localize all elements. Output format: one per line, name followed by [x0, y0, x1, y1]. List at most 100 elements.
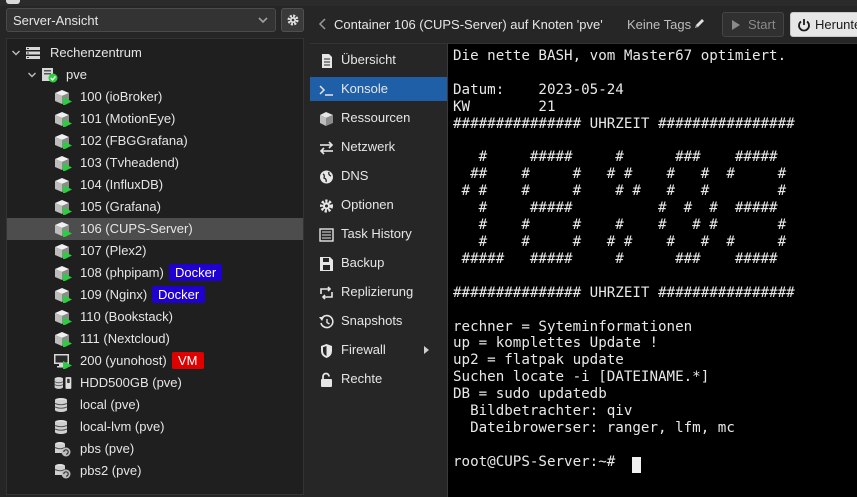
tree-item-label: 107 (Plex2)	[80, 243, 147, 258]
list-icon	[319, 228, 334, 242]
storage-icon	[54, 420, 68, 434]
nav-item-label: Task History	[341, 226, 412, 241]
tree-item[interactable]: 111 (Nextcloud)	[7, 328, 303, 350]
nav-item-dns[interactable]: DNS	[310, 164, 447, 188]
tree-item[interactable]: 103 (Tvheadend)	[7, 152, 303, 174]
terminal-cursor	[632, 457, 641, 473]
nav-item-task-history[interactable]: Task History	[310, 222, 447, 246]
nav-item-ressourcen[interactable]: Ressourcen	[310, 106, 447, 130]
tree-item[interactable]: 109 (Nginx) Docker	[7, 284, 303, 306]
network-icon	[319, 141, 334, 155]
shutdown-button[interactable]: Herunte	[790, 12, 857, 37]
nav-item-netzwerk[interactable]: Netzwerk	[310, 135, 447, 159]
tree-item[interactable]: 108 (phpipam) Docker	[7, 262, 303, 284]
tree-item-label: local-lvm (pve)	[80, 419, 165, 434]
play-icon	[732, 20, 740, 30]
container-running-icon	[55, 112, 72, 127]
tree-item[interactable]: local (pve)	[7, 394, 303, 416]
start-button-label: Start	[748, 17, 776, 32]
nav-item-label: Backup	[341, 255, 385, 270]
tree-item-label: HDD500GB (pve)	[80, 375, 182, 390]
chevron-left-icon[interactable]	[318, 17, 328, 31]
nav-item-label: Snapshots	[341, 313, 403, 328]
nav-item-label: Übersicht	[341, 52, 396, 67]
tree-item[interactable]: 110 (Bookstack)	[7, 306, 303, 328]
tree-item-label: local (pve)	[80, 397, 140, 412]
nav-item-backup[interactable]: Backup	[310, 251, 447, 275]
nav-item-label: DNS	[341, 168, 369, 183]
tree-item[interactable]: 101 (MotionEye)	[7, 108, 303, 130]
container-running-icon	[55, 222, 72, 237]
chevron-down-icon	[258, 17, 268, 24]
nav-item-konsole[interactable]: Konsole	[310, 77, 447, 101]
tree-item[interactable]: pbs2 (pve)	[7, 460, 303, 482]
container-running-icon	[55, 332, 72, 347]
pbs-storage-icon	[54, 464, 71, 479]
tree-item-label: 110 (Bookstack)	[80, 309, 173, 324]
nav-item-rechte[interactable]: Rechte	[310, 367, 447, 391]
container-running-icon	[55, 178, 72, 193]
storage-usb-icon	[54, 377, 72, 389]
tree-item[interactable]: 104 (InfluxDB)	[7, 174, 303, 196]
tree-item-label: 102 (FBGGrafana)	[80, 133, 188, 148]
tree-item-tag: VM	[172, 352, 204, 369]
tree-item-label: 101 (MotionEye)	[80, 111, 176, 126]
container-running-icon	[55, 288, 72, 303]
tree-item[interactable]: 106 (CUPS-Server)	[7, 218, 303, 240]
nav-item-replizierung[interactable]: Replizierung	[310, 280, 447, 304]
tree-item[interactable]: Rechenzentrum	[7, 42, 303, 64]
nav-item-optionen[interactable]: Optionen	[310, 193, 447, 217]
resources-icon	[320, 112, 333, 126]
resource-tree-panel: Server-Ansicht Rechenzentrum pve 100 (ioBr…	[0, 6, 310, 497]
tree-item-label: pbs (pve)	[80, 441, 135, 456]
tree-item-tag: Docker	[152, 286, 206, 303]
container-running-icon	[55, 134, 72, 149]
tree-item[interactable]: 102 (FBGGrafana)	[7, 130, 303, 152]
tree-item[interactable]: 100 (ioBroker)	[7, 86, 303, 108]
container-running-icon	[55, 266, 72, 281]
view-select-value: Server-Ansicht	[13, 13, 99, 28]
nav-item-label: Netzwerk	[341, 139, 396, 154]
tree-item-label: 105 (Grafana)	[80, 199, 161, 214]
tree-item-label: Rechenzentrum	[50, 45, 142, 60]
tree-item-label: 109 (Nginx)	[80, 287, 148, 302]
submenu-arrow-icon	[424, 346, 429, 354]
node-online-icon	[42, 68, 58, 83]
tree-item-label: 108 (phpipam)	[80, 265, 164, 280]
nav-item-label: Optionen	[341, 197, 394, 212]
terminal-console[interactable]: Die nette BASH, vom Master67 optimiert. …	[448, 44, 857, 497]
tree-settings-button[interactable]	[281, 8, 304, 32]
history-icon	[319, 314, 334, 329]
tree-item-label: 106 (CUPS-Server)	[80, 221, 193, 236]
tree-item[interactable]: pbs (pve)	[7, 438, 303, 460]
nav-item-label: Replizierung	[341, 284, 414, 299]
tree-item[interactable]: pve	[7, 64, 303, 86]
start-button[interactable]: Start	[722, 12, 784, 37]
gear-icon	[287, 14, 299, 26]
datacenter-icon	[26, 47, 40, 59]
pencil-icon[interactable]	[693, 17, 705, 30]
tree-item[interactable]: 107 (Plex2)	[7, 240, 303, 262]
view-select[interactable]: Server-Ansicht	[6, 8, 276, 32]
tags-label[interactable]: Keine Tags	[627, 17, 691, 32]
tree-item-label: 100 (ioBroker)	[80, 89, 163, 104]
power-icon	[798, 19, 810, 32]
tree-item-label: 200 (yunohost)	[80, 353, 167, 368]
tree-item[interactable]: HDD500GB (pve)	[7, 372, 303, 394]
content-header: Container 106 (CUPS-Server) auf Knoten '…	[310, 6, 857, 44]
shield-icon	[321, 344, 332, 358]
nav-item-firewall[interactable]: Firewall	[310, 338, 447, 362]
resource-tree: Rechenzentrum pve 100 (ioBroker) 101 (Motio…	[6, 38, 304, 495]
collapse-toggle-icon	[28, 72, 36, 78]
shutdown-button-label: Herunte	[815, 17, 857, 32]
nav-item-übersicht[interactable]: Übersicht	[310, 48, 447, 72]
logo-fragment	[6, 0, 20, 4]
tree-item[interactable]: local-lvm (pve)	[7, 416, 303, 438]
console-icon	[319, 85, 333, 96]
summary-icon	[322, 54, 332, 68]
tree-item-label: 111 (Nextcloud)	[80, 331, 170, 346]
nav-item-snapshots[interactable]: Snapshots	[310, 309, 447, 333]
tree-item[interactable]: 200 (yunohost) VM	[7, 350, 303, 372]
tree-item[interactable]: 105 (Grafana)	[7, 196, 303, 218]
nav-item-label: Konsole	[341, 81, 388, 96]
